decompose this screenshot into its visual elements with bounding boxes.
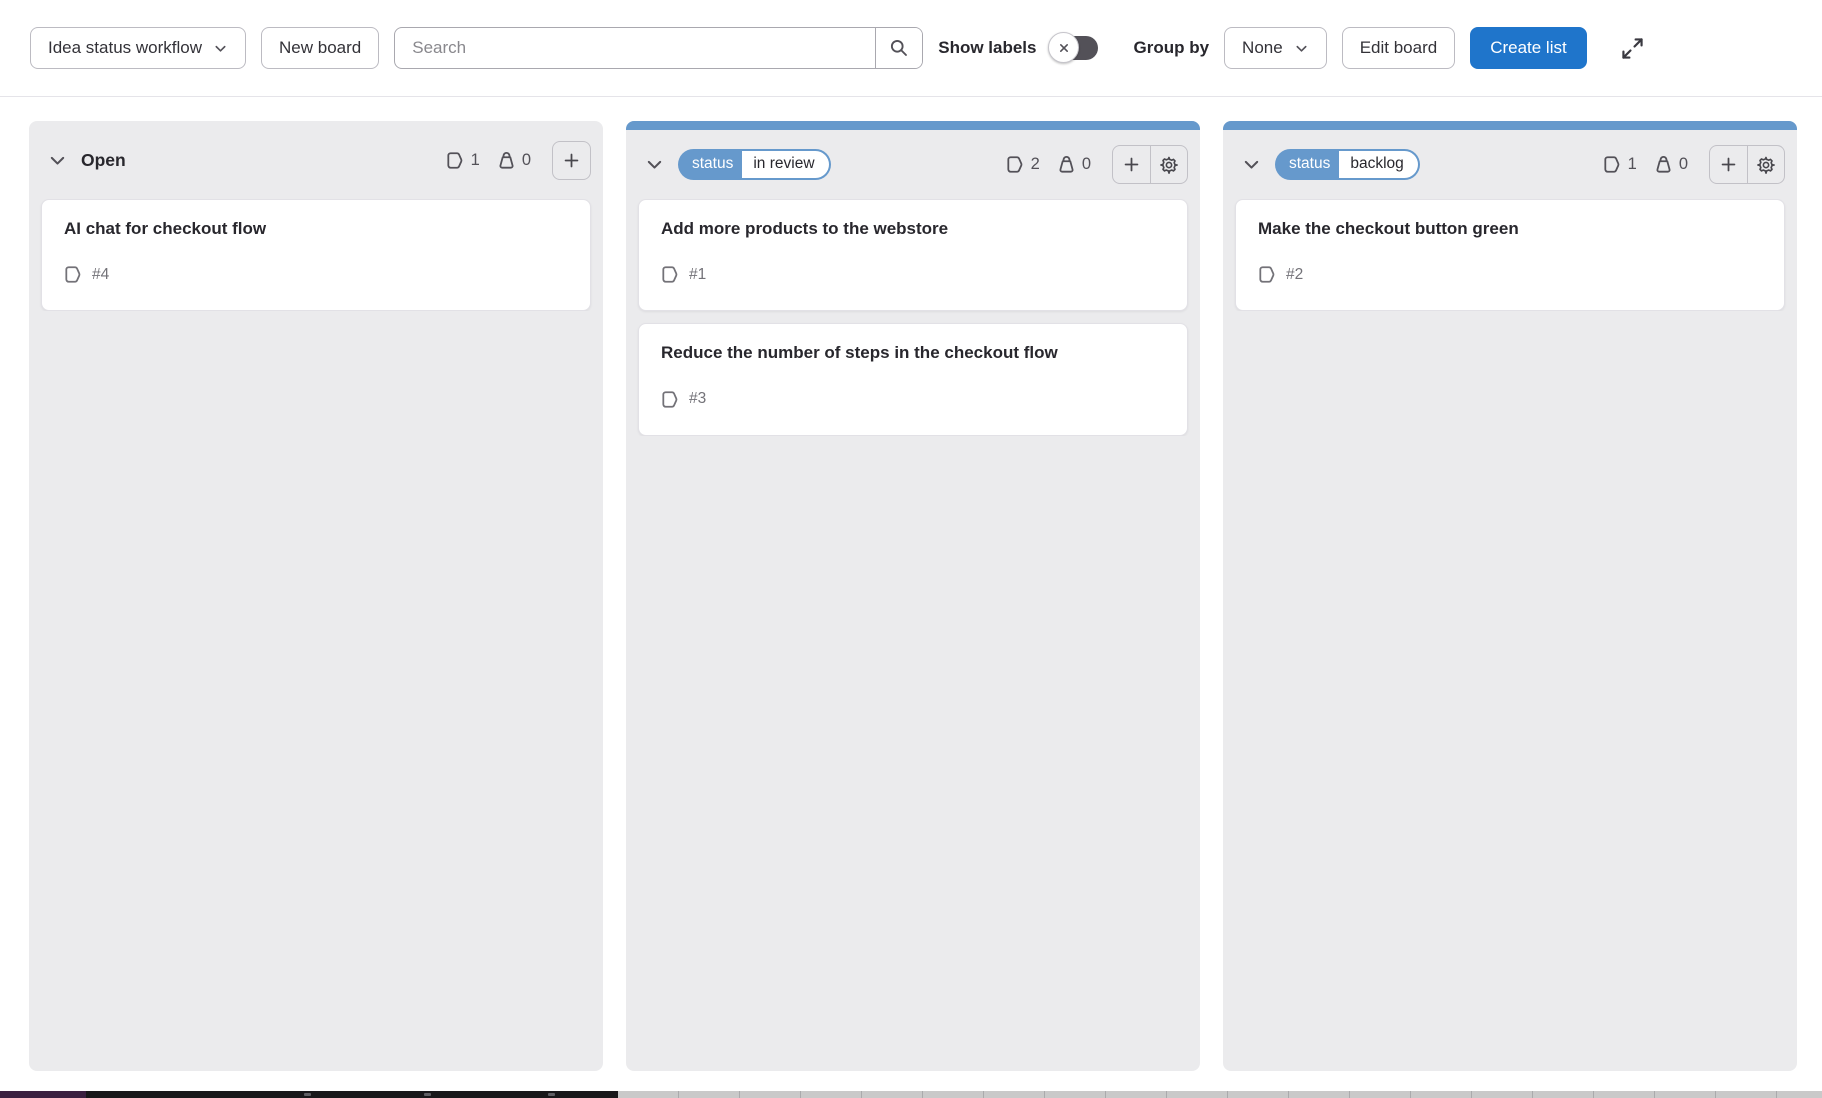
list-settings-button[interactable] xyxy=(1150,146,1187,183)
weight-icon xyxy=(1654,155,1673,174)
x-icon xyxy=(1056,40,1072,56)
issue-ref: #3 xyxy=(689,390,706,408)
weight-icon xyxy=(497,151,516,170)
weight-count: 0 xyxy=(497,151,531,170)
weight-icon xyxy=(1057,155,1076,174)
weight-count: 0 xyxy=(1057,155,1091,174)
expand-icon xyxy=(1620,36,1645,61)
board-toolbar: Idea status workflow New board Show labe… xyxy=(0,0,1822,97)
taskbar-strip-light-segment xyxy=(618,1091,1822,1098)
chevron-down-icon xyxy=(213,41,228,56)
show-labels-label: Show labels xyxy=(938,38,1036,58)
expand-board-button[interactable] xyxy=(1614,30,1651,67)
chevron-down-icon xyxy=(645,155,664,174)
label-value: in review xyxy=(742,151,828,178)
card-list: Add more products to the webstore #1 Red… xyxy=(626,199,1200,436)
search-box xyxy=(394,27,923,69)
issue-icon xyxy=(64,265,83,284)
board: Open 1 0 xyxy=(0,97,1822,1072)
list-header: status in review 2 0 xyxy=(626,130,1200,199)
issue-count: 1 xyxy=(446,151,480,170)
issue-card[interactable]: Reduce the number of steps in the checko… xyxy=(638,323,1188,435)
search-button[interactable] xyxy=(875,28,922,68)
list-title: Open xyxy=(81,150,126,171)
collapse-list-button[interactable] xyxy=(42,145,72,175)
taskbar-strip-purple-segment xyxy=(0,1091,86,1098)
list-settings-button[interactable] xyxy=(1747,146,1784,183)
issue-card[interactable]: Make the checkout button green #2 xyxy=(1235,199,1785,311)
issue-card[interactable]: AI chat for checkout flow #4 xyxy=(41,199,591,311)
create-list-button[interactable]: Create list xyxy=(1470,27,1587,69)
issue-card[interactable]: Add more products to the webstore #1 xyxy=(638,199,1188,311)
taskbar-strip-dark-segment xyxy=(86,1091,618,1098)
issue-icon xyxy=(1603,155,1622,174)
issue-ref-row: #3 xyxy=(661,390,1165,409)
list-actions xyxy=(1709,145,1785,184)
label-scope: status xyxy=(680,151,742,178)
board-switcher-button[interactable]: Idea status workflow xyxy=(30,27,246,69)
list-actions xyxy=(552,141,591,180)
group-by-select[interactable]: None xyxy=(1224,27,1327,69)
chevron-down-icon xyxy=(1294,41,1309,56)
plus-icon xyxy=(1122,155,1141,174)
group-by-value: None xyxy=(1242,38,1283,58)
chevron-down-icon xyxy=(1242,155,1261,174)
issue-ref: #1 xyxy=(689,266,706,284)
issue-ref: #4 xyxy=(92,266,109,284)
board-list: status backlog 1 0 xyxy=(1223,121,1797,1071)
issue-icon xyxy=(1006,155,1025,174)
issue-count: 1 xyxy=(1603,155,1637,174)
show-labels-toggle[interactable] xyxy=(1052,36,1098,60)
issue-title: Add more products to the webstore xyxy=(661,218,1165,240)
gear-icon xyxy=(1756,155,1776,175)
toggle-knob xyxy=(1048,32,1079,63)
issue-title: Make the checkout button green xyxy=(1258,218,1762,240)
add-issue-button[interactable] xyxy=(1113,146,1150,183)
card-list: AI chat for checkout flow #4 xyxy=(29,199,603,311)
plus-icon xyxy=(562,151,581,170)
group-by-label: Group by xyxy=(1133,38,1209,58)
issue-ref-row: #4 xyxy=(64,265,568,284)
list-header: Open 1 0 xyxy=(29,121,603,199)
search-input[interactable] xyxy=(395,28,875,68)
list-accent-bar xyxy=(1223,121,1797,130)
issue-ref: #2 xyxy=(1286,266,1303,284)
issue-title: AI chat for checkout flow xyxy=(64,218,568,240)
label-scope: status xyxy=(1277,151,1339,178)
board-list: status in review 2 0 xyxy=(626,121,1200,1071)
issue-icon xyxy=(446,151,465,170)
chevron-down-icon xyxy=(48,151,67,170)
list-header: status backlog 1 0 xyxy=(1223,130,1797,199)
plus-icon xyxy=(1719,155,1738,174)
list-accent-bar xyxy=(626,121,1200,130)
issue-icon xyxy=(661,390,680,409)
issue-ref-row: #1 xyxy=(661,265,1165,284)
new-board-button[interactable]: New board xyxy=(261,27,379,69)
card-list: Make the checkout button green #2 xyxy=(1223,199,1797,311)
weight-count: 0 xyxy=(1654,155,1688,174)
gear-icon xyxy=(1159,155,1179,175)
board-list: Open 1 0 xyxy=(29,121,603,1071)
bottom-taskbar-strip xyxy=(0,1091,1822,1098)
search-icon xyxy=(889,38,909,58)
add-issue-button[interactable] xyxy=(1710,146,1747,183)
edit-board-button[interactable]: Edit board xyxy=(1342,27,1456,69)
label-value: backlog xyxy=(1339,151,1417,178)
issue-ref-row: #2 xyxy=(1258,265,1762,284)
add-issue-button[interactable] xyxy=(553,142,590,179)
issue-title: Reduce the number of steps in the checko… xyxy=(661,342,1165,364)
collapse-list-button[interactable] xyxy=(639,150,669,180)
board-switcher-label: Idea status workflow xyxy=(48,38,202,58)
list-actions xyxy=(1112,145,1188,184)
issue-icon xyxy=(1258,265,1277,284)
list-scoped-label[interactable]: status in review xyxy=(678,149,831,180)
list-scoped-label[interactable]: status backlog xyxy=(1275,149,1420,180)
collapse-list-button[interactable] xyxy=(1236,150,1266,180)
issue-icon xyxy=(661,265,680,284)
issue-count: 2 xyxy=(1006,155,1040,174)
